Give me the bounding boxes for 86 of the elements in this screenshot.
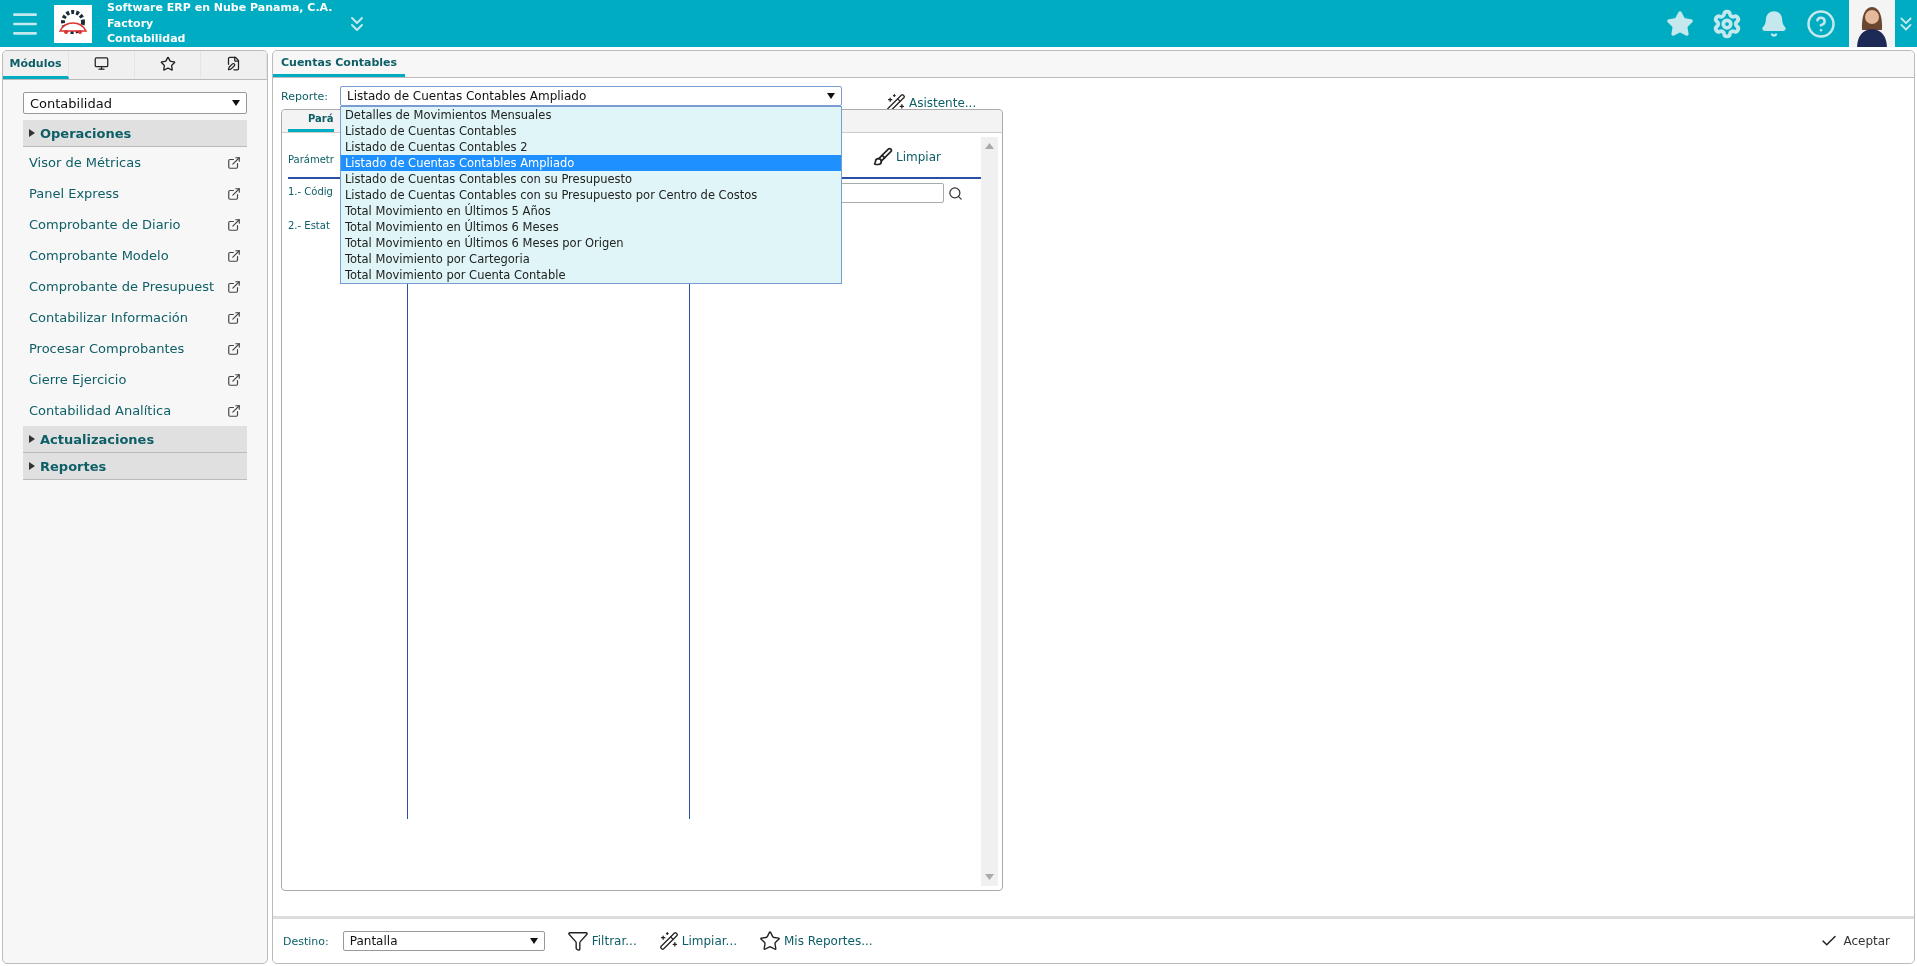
caret-icon [826, 93, 835, 99]
broom-icon [873, 147, 894, 167]
dropdown-option[interactable]: Total Movimiento por Cuenta Contable [340, 267, 841, 283]
toolbar-button[interactable]: Limpiar... [658, 931, 737, 951]
menu-item-label: Panel Express [29, 186, 119, 201]
menu-item-label: Comprobante de Presupuest [29, 279, 215, 294]
caret-icon [529, 938, 538, 944]
report-select[interactable]: Listado de Cuentas Contables Ampliado [339, 86, 842, 106]
scroll-up-icon[interactable] [985, 143, 994, 149]
section-title: Operaciones [40, 125, 132, 141]
menu-item-label: Contabilizar Información [29, 310, 188, 325]
monitor-icon [94, 56, 109, 71]
branch-name: Factory [107, 15, 155, 32]
scrollbar[interactable] [981, 137, 998, 886]
menu-item-label: Comprobante Modelo [29, 248, 169, 263]
menu-item[interactable]: Panel Express [23, 178, 247, 209]
dropdown-option[interactable]: Total Movimiento por Cartegoria [340, 251, 841, 267]
dropdown-option[interactable]: Total Movimiento en Últimos 6 Meses por Origen [340, 235, 841, 251]
external-link-icon [227, 310, 241, 325]
external-link-icon [227, 155, 241, 170]
funnel-icon [566, 930, 589, 952]
dropdown-option[interactable]: Total Movimiento en Últimos 6 Meses [340, 219, 841, 235]
triangle-icon [29, 129, 35, 137]
destination-label: Destino: [283, 934, 329, 948]
menu-item-label: Cierre Ejercicio [29, 372, 127, 387]
search-icon[interactable] [948, 185, 963, 201]
toolbar-button[interactable]: Filtrar... [566, 930, 637, 952]
document-icon [226, 56, 241, 71]
star-icon [159, 55, 176, 72]
external-link-icon [227, 372, 241, 387]
section-header[interactable]: Actualizaciones [23, 426, 247, 453]
dropdown-option[interactable]: Listado de Cuentas Contables 2 [340, 139, 841, 155]
scroll-down-icon[interactable] [985, 874, 994, 880]
clear-button[interactable]: Limpiar [873, 147, 941, 167]
menu-item[interactable]: Cierre Ejercicio [23, 364, 247, 395]
panel-tab[interactable]: Pará [288, 110, 334, 132]
triangle-icon [29, 462, 35, 470]
external-link-icon [227, 186, 241, 201]
dropdown-option[interactable]: Listado de Cuentas Contables con su Presupuesto por Centro de Costos [340, 187, 841, 203]
triangle-icon [29, 435, 35, 443]
module-name: Contabilidad [107, 31, 187, 47]
caret-icon [232, 100, 240, 106]
star-icon[interactable] [1666, 9, 1694, 38]
menu-item-label: Contabilidad Analítica [29, 403, 172, 418]
dropdown-option[interactable]: Listado de Cuentas Contables [340, 123, 841, 139]
external-link-icon [227, 248, 241, 263]
menu-item-label: Visor de Métricas [29, 155, 141, 170]
param-label: 1.- Códig [288, 185, 333, 198]
param-label: 2.- Estat [288, 219, 330, 232]
logo-icon [54, 4, 92, 43]
section-title: Reportes [40, 458, 107, 474]
settings-icon[interactable] [1712, 8, 1742, 39]
section-title: Actualizaciones [40, 431, 155, 447]
wizard-link[interactable]: Asistente... [885, 93, 977, 113]
external-link-icon [227, 403, 241, 418]
star-icon [759, 930, 781, 952]
menu-item[interactable]: Contabilizar Información [23, 302, 247, 333]
avatar[interactable] [1849, 0, 1895, 47]
section-header[interactable]: Operaciones [23, 120, 247, 147]
external-link-icon [227, 279, 241, 294]
wand-icon [658, 931, 679, 951]
input-field[interactable] [840, 183, 944, 203]
accept-button[interactable]: Aceptar [1820, 932, 1890, 950]
destination-select[interactable]: Pantalla [342, 931, 545, 951]
external-link-icon [227, 217, 241, 232]
menu-item[interactable]: Comprobante Modelo [23, 240, 247, 271]
help-icon[interactable] [1806, 8, 1836, 39]
menu-item[interactable]: Comprobante de Presupuest [23, 271, 247, 302]
tab[interactable]: Cuentas Contables [273, 51, 406, 77]
menu-item[interactable]: Visor de Métricas [23, 147, 247, 178]
module-select[interactable]: Contabilidad [23, 92, 247, 114]
bell-icon[interactable] [1760, 9, 1788, 38]
menu-item[interactable]: Procesar Comprobantes [23, 333, 247, 364]
dropdown-option[interactable]: Listado de Cuentas Contables con su Presupuesto [340, 171, 841, 187]
dropdown-option[interactable]: Detalles de Movimientos Mensuales [340, 107, 841, 123]
external-link-icon [227, 341, 241, 356]
menu-item-label: Comprobante de Diario [29, 217, 181, 232]
toolbar-button[interactable]: Mis Reportes... [759, 930, 873, 952]
menu-item[interactable]: Comprobante de Diario [23, 209, 247, 240]
dropdown-option[interactable]: Total Movimiento en Últimos 5 Años [340, 203, 841, 219]
section-header[interactable]: Reportes [23, 453, 247, 480]
menu-item[interactable]: Contabilidad Analítica [23, 395, 247, 426]
company-name: Software ERP en Nube Panama, C.A. [107, 0, 333, 16]
params-heading: Parámetr [288, 153, 334, 166]
report-label: Reporte: [281, 89, 328, 103]
menu-item-label: Procesar Comprobantes [29, 341, 185, 356]
